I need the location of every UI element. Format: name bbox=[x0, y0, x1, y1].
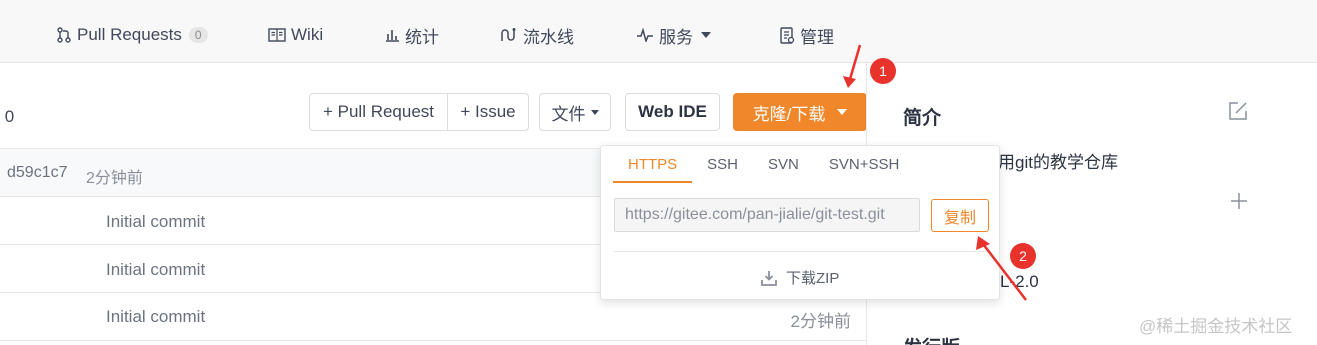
annotation-marker: 2 bbox=[1010, 243, 1036, 269]
annotation-marker: 1 bbox=[870, 58, 896, 84]
watermark: @稀土掘金技术社区 bbox=[1139, 317, 1293, 336]
annotation-arrows bbox=[843, 44, 1027, 301]
